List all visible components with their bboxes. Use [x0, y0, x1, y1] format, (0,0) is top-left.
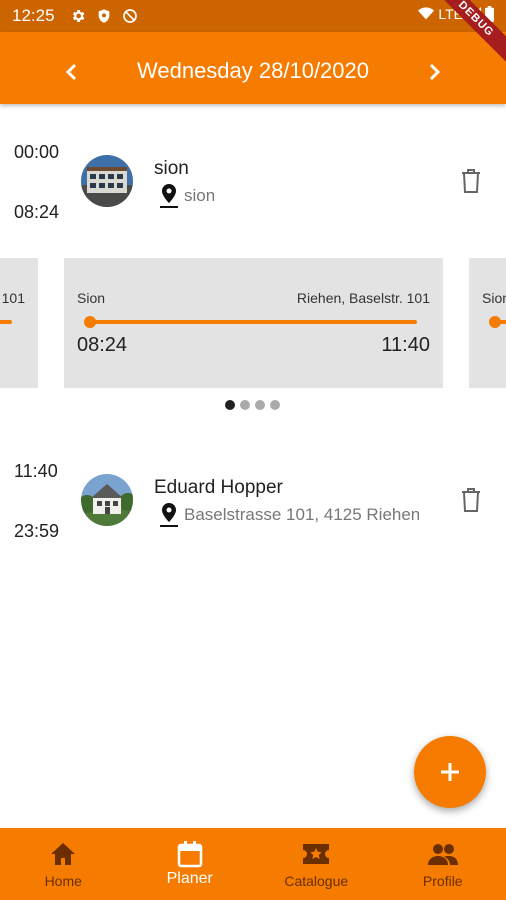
avatar [81, 474, 133, 526]
carousel-page-indicator [225, 400, 280, 410]
nav-catalogue[interactable]: Catalogue [253, 828, 380, 900]
nav-label: Home [44, 873, 82, 889]
nav-label: Catalogue [284, 873, 349, 889]
location-pin-icon [160, 503, 178, 527]
blocked-icon [123, 9, 137, 23]
trip-card-to: 101 [1, 290, 25, 306]
nav-label: Planer [166, 870, 213, 887]
entry-end-time: 23:59 [14, 521, 60, 541]
add-entry-button[interactable] [414, 736, 486, 808]
page-dot[interactable] [255, 400, 265, 410]
entry-name: sion [154, 158, 189, 179]
schedule-entry[interactable]: 00:00 08:24 sion sion [0, 136, 506, 226]
trip-card-from: Sion [482, 290, 506, 306]
trip-route-line [90, 320, 417, 324]
entry-location: sion [184, 186, 216, 205]
trip-card-previous[interactable]: 101 [0, 258, 38, 388]
status-time: 12:25 [12, 6, 55, 25]
entry-start-time: 11:40 [14, 461, 58, 481]
entry-location: Baselstrasse 101, 4125 Riehen [184, 505, 419, 524]
settings-icon [72, 10, 85, 22]
page-dot[interactable] [240, 400, 250, 410]
shield-icon [98, 9, 110, 23]
nav-profile[interactable]: Profile [380, 828, 506, 900]
nav-label: Profile [422, 873, 463, 889]
page-dot[interactable] [270, 400, 280, 410]
delete-button[interactable] [460, 168, 482, 194]
trip-position-marker [84, 316, 96, 328]
entry-name: Eduard Hopper [154, 477, 283, 498]
location-pin-icon [160, 184, 178, 208]
page-dot[interactable] [225, 400, 235, 410]
trash-icon [462, 169, 480, 193]
trip-destination: Riehen, Baselstr. 101 [296, 290, 430, 306]
people-icon [427, 844, 458, 865]
debug-banner: DEBUG [427, 0, 506, 68]
trip-card[interactable]: Sion Riehen, Baselstr. 101 08:24 11:40 [64, 258, 443, 388]
nav-home[interactable]: Home [0, 828, 127, 900]
trip-card-next[interactable]: Sion [469, 258, 506, 388]
trip-carousel[interactable]: 101 Sion Riehen, Baselstr. 101 08:24 11:… [0, 258, 506, 388]
schedule-entry[interactable]: 11:40 23:59 Eduard Hopper Baselstrasse 1… [0, 455, 506, 545]
calendar-icon [177, 841, 202, 868]
ticket-icon [303, 844, 330, 864]
trash-icon [462, 488, 480, 512]
plus-icon [441, 763, 459, 781]
entry-start-time: 00:00 [14, 142, 60, 162]
trip-departure-time: 08:24 [77, 334, 128, 356]
home-icon [51, 843, 76, 865]
nav-planer[interactable]: Planer [127, 828, 254, 900]
delete-button[interactable] [460, 487, 482, 513]
trip-origin: Sion [77, 290, 106, 306]
trip-arrival-time: 11:40 [381, 334, 430, 356]
bottom-navigation: Home Planer Catalogue Profile [0, 828, 506, 900]
avatar [81, 155, 133, 207]
entry-end-time: 08:24 [14, 202, 60, 222]
